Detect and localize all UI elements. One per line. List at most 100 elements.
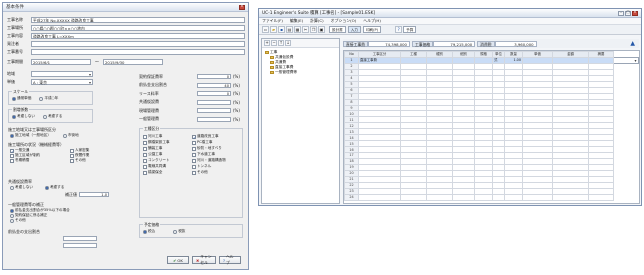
- work-type-5[interactable]: 砂防・地すべり: [192, 146, 241, 151]
- param-field[interactable]: 0: [197, 91, 231, 96]
- help-icon[interactable]: ?: [395, 26, 403, 33]
- menu-item[interactable]: 編集(E): [290, 18, 303, 24]
- top-field-input[interactable]: 平成27年 No.XXXXX 道路改良工事: [31, 16, 245, 23]
- open-folder-icon[interactable]: ▰: [270, 26, 277, 33]
- tree-expand-icon[interactable]: +: [264, 40, 270, 46]
- work-type-10[interactable]: 電線共同溝: [143, 164, 192, 169]
- price-option-tax-in[interactable]: 税込: [143, 229, 155, 234]
- maximize-icon[interactable]: □: [625, 10, 631, 16]
- minimize-icon[interactable]: –: [618, 10, 624, 16]
- table-cell[interactable]: [522, 193, 553, 201]
- period-start-field[interactable]: 2015/6/1: [31, 58, 91, 65]
- class-option-4[interactable]: 冬期積雪: [10, 158, 70, 163]
- menu-item[interactable]: ヘルプ(H): [363, 18, 381, 24]
- cut-icon[interactable]: ✂: [302, 26, 309, 33]
- close-icon[interactable]: ✕: [632, 10, 638, 16]
- menu-item[interactable]: ファイル(F): [262, 18, 283, 24]
- table-cell[interactable]: 直接工事費: [358, 56, 401, 64]
- work-type-1[interactable]: 道路改良工事: [192, 134, 241, 139]
- table-cell[interactable]: [400, 193, 427, 201]
- table-cell[interactable]: 24: [344, 193, 359, 201]
- surcharge-option-no[interactable]: 考慮しない: [12, 114, 35, 119]
- work-type-11[interactable]: トンネル: [192, 164, 241, 169]
- close-icon[interactable]: ✕: [239, 4, 245, 10]
- table-cell[interactable]: 式: [492, 56, 505, 64]
- preview-icon[interactable]: ▦: [294, 26, 301, 33]
- adjust-field-1[interactable]: [63, 236, 97, 241]
- tree-up-icon[interactable]: ↑: [278, 40, 284, 46]
- table-cell[interactable]: [552, 193, 589, 201]
- new-file-icon[interactable]: ▫: [262, 26, 269, 33]
- unit-price-select[interactable]: A : 東京: [31, 78, 93, 85]
- ok-button[interactable]: ✔ OK: [167, 256, 189, 264]
- top-field-input[interactable]: [31, 40, 245, 47]
- table-cell[interactable]: [426, 193, 453, 201]
- region-select[interactable]: [31, 70, 93, 77]
- top-field-input[interactable]: ○○県○○郡○○町××○○地内: [31, 24, 245, 31]
- copy-icon[interactable]: ❐: [310, 26, 317, 33]
- param-field[interactable]: [197, 108, 231, 113]
- param-field[interactable]: 0: [197, 74, 231, 79]
- surcharge-option-yes[interactable]: 考慮する: [42, 114, 62, 119]
- table-cell[interactable]: [522, 56, 553, 64]
- work-type-4[interactable]: 舗装工事: [143, 146, 192, 151]
- toolbar-input-tab[interactable]: 入力: [347, 26, 361, 33]
- table-row[interactable]: 24: [344, 193, 639, 201]
- toolbar-budget-box[interactable]: 予算: [403, 26, 417, 33]
- table-cell[interactable]: [426, 56, 453, 64]
- work-type-13[interactable]: その他: [192, 170, 241, 175]
- price-option-tax-out[interactable]: 税抜: [173, 229, 185, 234]
- table-cell[interactable]: 1.00: [504, 56, 523, 64]
- paste-icon[interactable]: ▣: [318, 26, 325, 33]
- param-field[interactable]: [197, 116, 231, 122]
- cost-option-no[interactable]: 考慮しない: [10, 185, 33, 190]
- top-field-input[interactable]: 道路改良工事 L=XXXm: [31, 32, 245, 39]
- toolbar-print-box[interactable]: 印刷(P): [362, 26, 382, 33]
- work-type-8[interactable]: コンクリート: [143, 158, 192, 163]
- table-cell[interactable]: [588, 193, 614, 201]
- adjust-field-2[interactable]: [63, 243, 97, 248]
- work-type-9[interactable]: 河川・道路構造物: [192, 158, 241, 163]
- table-cell[interactable]: [552, 56, 589, 64]
- work-type-12[interactable]: 橋梁保全: [143, 170, 192, 175]
- menu-item[interactable]: オプション(O): [331, 18, 357, 24]
- table-row[interactable]: 1 直接工事費 式 1.00: [344, 56, 639, 64]
- work-type-0[interactable]: 河川工事: [143, 134, 192, 139]
- help-button[interactable]: ? ヘルプ: [219, 254, 241, 265]
- param-field[interactable]: 40: [197, 82, 231, 88]
- period-end-field[interactable]: 2015/9/30: [103, 58, 163, 65]
- dialog-titlebar[interactable]: 基本条件 ✕: [3, 3, 248, 12]
- table-cell[interactable]: 1: [344, 56, 359, 64]
- table-cell[interactable]: [492, 193, 505, 201]
- print-icon[interactable]: ▤: [286, 26, 293, 33]
- tree-down-icon[interactable]: ↓: [285, 40, 291, 46]
- table-cell[interactable]: [504, 193, 523, 201]
- work-type-2[interactable]: 鋼橋架設工事: [143, 140, 192, 145]
- table-cell[interactable]: [358, 193, 401, 201]
- printer-icon[interactable]: ▲: [630, 40, 635, 47]
- table-cell[interactable]: [474, 193, 493, 201]
- table-cell[interactable]: [474, 56, 493, 64]
- top-field-input[interactable]: [31, 48, 245, 55]
- table-cell[interactable]: [400, 56, 427, 64]
- ratio-field[interactable]: 1.0: [79, 192, 109, 197]
- section-option-urban[interactable]: 市街地: [62, 133, 79, 138]
- tree-collapse-icon[interactable]: −: [271, 40, 277, 46]
- tree-node[interactable]: 一般管理費等: [270, 70, 336, 75]
- scale-option-normal[interactable]: 通常単価: [12, 96, 31, 101]
- toolbar-design-box[interactable]: 設計書: [329, 26, 346, 33]
- work-type-6[interactable]: 公園工事: [143, 152, 192, 157]
- table-cell[interactable]: [588, 56, 614, 64]
- menu-item[interactable]: 計算(C): [310, 18, 324, 24]
- cancel-button[interactable]: ✖ キャンセル: [192, 254, 216, 265]
- param-field[interactable]: [197, 99, 231, 105]
- work-type-3[interactable]: PC橋工事: [192, 140, 241, 145]
- table-cell[interactable]: [452, 193, 475, 201]
- misc-option-2[interactable]: その他: [10, 218, 70, 223]
- save-icon[interactable]: ▪: [278, 26, 285, 33]
- class-option-5[interactable]: その他: [70, 158, 130, 163]
- table-cell[interactable]: [452, 56, 475, 64]
- scale-option-year[interactable]: 平成○年: [39, 96, 58, 101]
- main-titlebar[interactable]: UC-1 Engineer's Suite 積算 [工事名] - [Sample…: [259, 9, 641, 18]
- work-type-7[interactable]: 下水道工事: [192, 152, 241, 157]
